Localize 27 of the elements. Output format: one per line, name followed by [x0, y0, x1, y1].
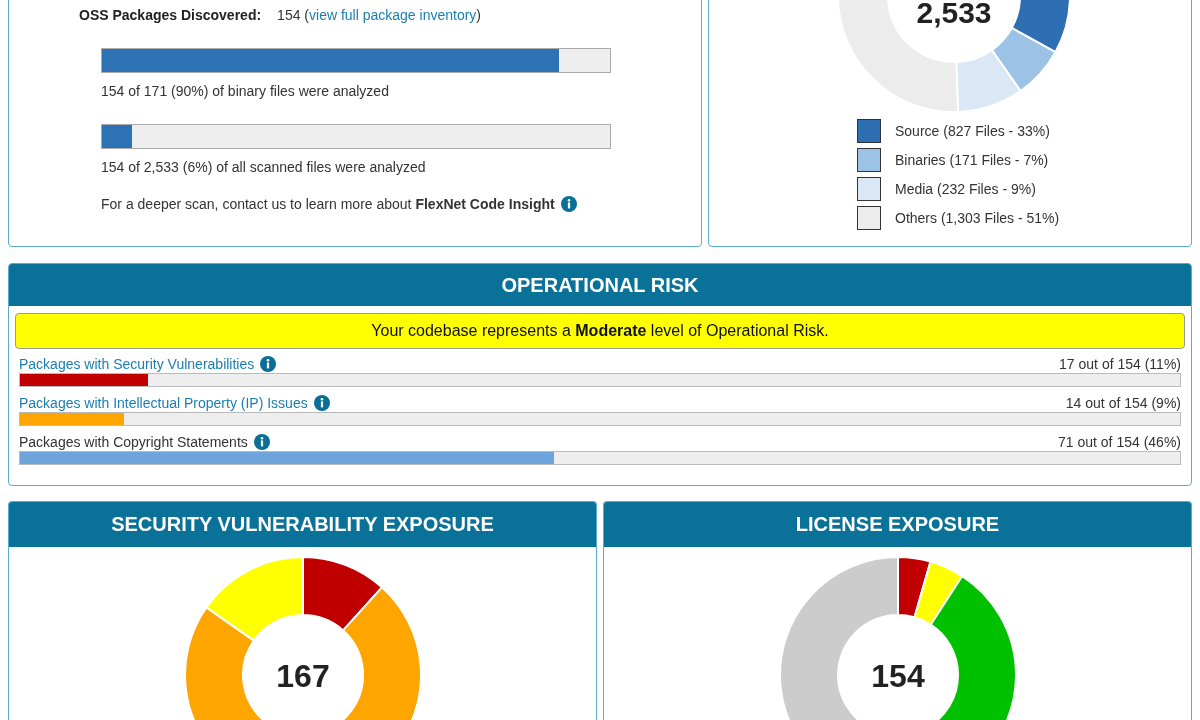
- progress-caption: 154 of 171 (90%) of binary files were analyzed: [101, 83, 390, 99]
- risk-label: Packages with Copyright Statements: [19, 434, 248, 450]
- section-header: OPERATIONAL RISK: [9, 264, 1191, 306]
- risk-link[interactable]: Packages with Intellectual Property (IP) Issues: [19, 395, 308, 411]
- section-header: LICENSE EXPOSURE: [604, 502, 1191, 547]
- risk-count: 71 out of 154 (46%): [1058, 434, 1181, 450]
- info-icon[interactable]: [260, 356, 277, 372]
- risk-count: 17 out of 154 (11%): [1059, 356, 1181, 372]
- legend-label: Media (232 Files - 9%): [895, 181, 1036, 197]
- donut-total: 154: [870, 658, 925, 694]
- inventory-link[interactable]: view full package inventory: [309, 7, 477, 23]
- info-icon[interactable]: [560, 196, 577, 212]
- risk-count: 14 out of 154 (9%): [1065, 395, 1181, 411]
- field-label: OSS Packages Discovered:: [79, 7, 262, 23]
- legend-label: Source (827 Files - 33%): [895, 123, 1050, 139]
- file-total: 2,533: [916, 0, 992, 29]
- risk-banner: Your codebase represents a Moderate level of Operational Risk.: [15, 313, 1185, 349]
- legend-label: Others (1,303 Files - 51%): [895, 210, 1060, 226]
- package-count: 154 (view full package inventory): [277, 7, 481, 23]
- scan-note: For a deeper scan, contact us to learn more about FlexNet Code Insight: [101, 196, 555, 212]
- info-icon[interactable]: [253, 434, 270, 450]
- section-header: SECURITY VULNERABILITY EXPOSURE: [9, 502, 596, 547]
- progress-caption: 154 of 2,533 (6%) of all scanned files were analyzed: [101, 159, 427, 175]
- legend-label: Binaries (171 Files - 7%): [895, 152, 1049, 168]
- risk-link[interactable]: Packages with Security Vulnerabilities: [19, 356, 255, 372]
- donut-total: 167: [275, 658, 330, 694]
- info-icon[interactable]: [313, 395, 330, 411]
